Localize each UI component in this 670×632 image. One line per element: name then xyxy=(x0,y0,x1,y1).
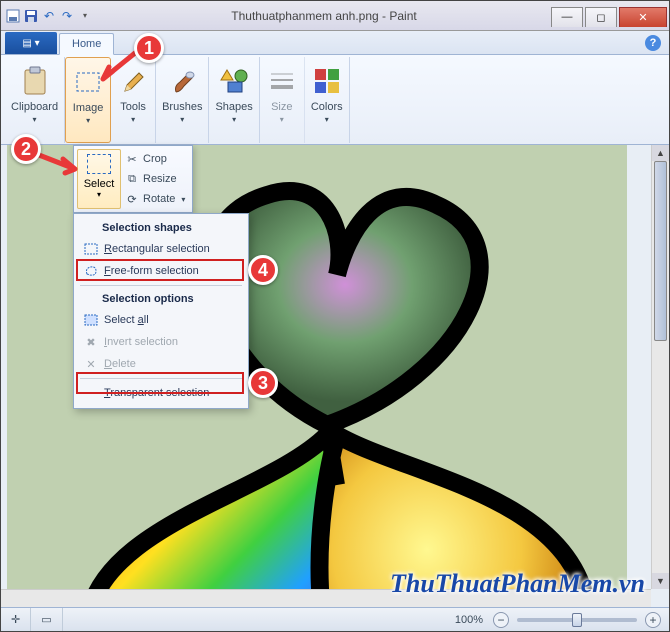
window-buttons: — ◻ ✕ xyxy=(551,5,669,27)
title-bar: ↶ ↷ ▾ Thuthuatphanmem anh.png - Paint — … xyxy=(1,1,669,31)
select-menu: Selection shapes Rectangular selection F… xyxy=(73,213,249,409)
menu-label: Delete xyxy=(104,358,136,370)
annotation-arrow xyxy=(97,49,141,89)
delete-icon: ✕ xyxy=(82,356,100,372)
rotate-icon: ⟳ xyxy=(125,192,139,206)
status-selection-size: ▭ xyxy=(31,608,62,631)
ribbon-group-shapes[interactable]: Shapes ▾ xyxy=(209,57,259,143)
shapes-icon xyxy=(218,65,250,97)
annotation-arrow xyxy=(35,147,83,177)
zoom-level: 100% xyxy=(445,608,493,631)
checkbox-icon xyxy=(82,385,100,401)
annotation-1: 1 xyxy=(134,33,164,63)
image-label: Image xyxy=(73,102,104,114)
select-label: Select xyxy=(84,178,115,190)
dropdown-arrow-icon: ▾ xyxy=(131,115,135,124)
menu-item-invert: ✖ Invert selection xyxy=(76,331,246,353)
menu-separator xyxy=(80,285,242,286)
ribbon-group-brushes[interactable]: Brushes ▾ xyxy=(156,57,209,143)
dropdown-arrow-icon: ▾ xyxy=(180,115,184,124)
redo-icon[interactable]: ↷ xyxy=(59,8,75,24)
selection-size-icon: ▭ xyxy=(41,613,51,626)
menu-label: Select all xyxy=(104,314,149,326)
shapes-label: Shapes xyxy=(215,101,252,113)
file-menu-icon: ▤ ▾ xyxy=(22,38,39,49)
brushes-label: Brushes xyxy=(162,101,202,113)
crop-button[interactable]: ✂Crop xyxy=(125,149,189,169)
tools-label: Tools xyxy=(120,101,146,113)
clipboard-icon xyxy=(19,65,51,97)
dropdown-arrow-icon: ▾ xyxy=(97,190,101,199)
menu-label: Invert selection xyxy=(104,336,178,348)
window-title: Thuthuatphanmem anh.png - Paint xyxy=(97,9,551,23)
dropdown-arrow-icon: ▾ xyxy=(33,115,37,124)
menu-separator xyxy=(80,378,242,379)
minimize-button[interactable]: — xyxy=(551,7,583,27)
zoom-out-button[interactable]: − xyxy=(493,612,509,628)
rect-selection-icon xyxy=(82,241,100,257)
watermark: ThuThuatPhanMem.vn xyxy=(390,569,645,599)
resize-button[interactable]: ⧉Resize xyxy=(125,169,189,189)
dropdown-arrow-icon: ▾ xyxy=(325,115,329,124)
invert-selection-icon: ✖ xyxy=(82,334,100,350)
app-icon xyxy=(5,8,21,24)
image-dropdown-panel: Select ▾ ✂Crop ⧉Resize ⟳Rotate▾ xyxy=(73,145,193,213)
vertical-scrollbar[interactable]: ▲ ▼ xyxy=(651,145,669,589)
zoom-slider-knob[interactable] xyxy=(572,613,582,627)
file-tab[interactable]: ▤ ▾ xyxy=(5,32,57,54)
resize-icon: ⧉ xyxy=(125,172,139,186)
status-bar: ✛ ▭ 100% − + xyxy=(1,607,669,631)
help-icon[interactable]: ? xyxy=(645,35,661,51)
freeform-selection-icon xyxy=(82,263,100,279)
quick-access-toolbar: ↶ ↷ ▾ xyxy=(1,8,97,24)
rotate-button[interactable]: ⟳Rotate▾ xyxy=(125,189,189,209)
menu-label: Free-form selection xyxy=(104,265,199,277)
scroll-up-icon[interactable]: ▲ xyxy=(652,145,669,161)
status-cursor-pos: ✛ xyxy=(1,608,31,631)
zoom-slider[interactable] xyxy=(517,618,637,622)
select-button[interactable]: Select ▾ xyxy=(77,149,121,209)
undo-icon[interactable]: ↶ xyxy=(41,8,57,24)
crop-icon: ✂ xyxy=(125,152,139,166)
menu-item-delete: ✕ Delete xyxy=(76,353,246,375)
menu-item-rectangular[interactable]: Rectangular selection xyxy=(76,238,246,260)
close-button[interactable]: ✕ xyxy=(619,7,667,27)
brush-icon xyxy=(166,65,198,97)
ribbon-group-clipboard[interactable]: Clipboard ▾ xyxy=(5,57,65,143)
zoom-in-button[interactable]: + xyxy=(645,612,661,628)
menu-item-transparent[interactable]: Transparent selection xyxy=(76,382,246,404)
menu-item-freeform[interactable]: Free-form selection xyxy=(76,260,246,282)
save-icon[interactable] xyxy=(23,8,39,24)
annotation-3: 3 xyxy=(248,368,278,398)
colors-label: Colors xyxy=(311,101,343,113)
dropdown-arrow-icon: ▾ xyxy=(232,115,236,124)
maximize-button[interactable]: ◻ xyxy=(585,7,617,27)
clipboard-label: Clipboard xyxy=(11,101,58,113)
crosshair-icon: ✛ xyxy=(11,613,20,626)
ribbon-group-colors[interactable]: Colors ▾ xyxy=(305,57,350,143)
scrollbar-thumb[interactable] xyxy=(654,161,667,341)
qat-dropdown-icon[interactable]: ▾ xyxy=(77,8,93,24)
menu-label: Transparent selection xyxy=(104,387,209,399)
scroll-down-icon[interactable]: ▼ xyxy=(652,573,669,589)
annotation-4: 4 xyxy=(248,255,278,285)
annotation-2: 2 xyxy=(11,134,41,164)
dropdown-arrow-icon: ▾ xyxy=(280,115,284,124)
size-label: Size xyxy=(271,101,292,113)
size-icon xyxy=(266,65,298,97)
select-all-icon xyxy=(82,312,100,328)
colors-icon xyxy=(311,65,343,97)
menu-header-shapes: Selection shapes xyxy=(76,218,246,238)
select-rect-icon xyxy=(87,154,111,174)
menu-header-options: Selection options xyxy=(76,289,246,309)
menu-item-select-all[interactable]: Select all xyxy=(76,309,246,331)
ribbon-group-size[interactable]: Size ▾ xyxy=(260,57,305,143)
menu-label: Rectangular selection xyxy=(104,243,210,255)
dropdown-arrow-icon: ▾ xyxy=(86,116,90,125)
